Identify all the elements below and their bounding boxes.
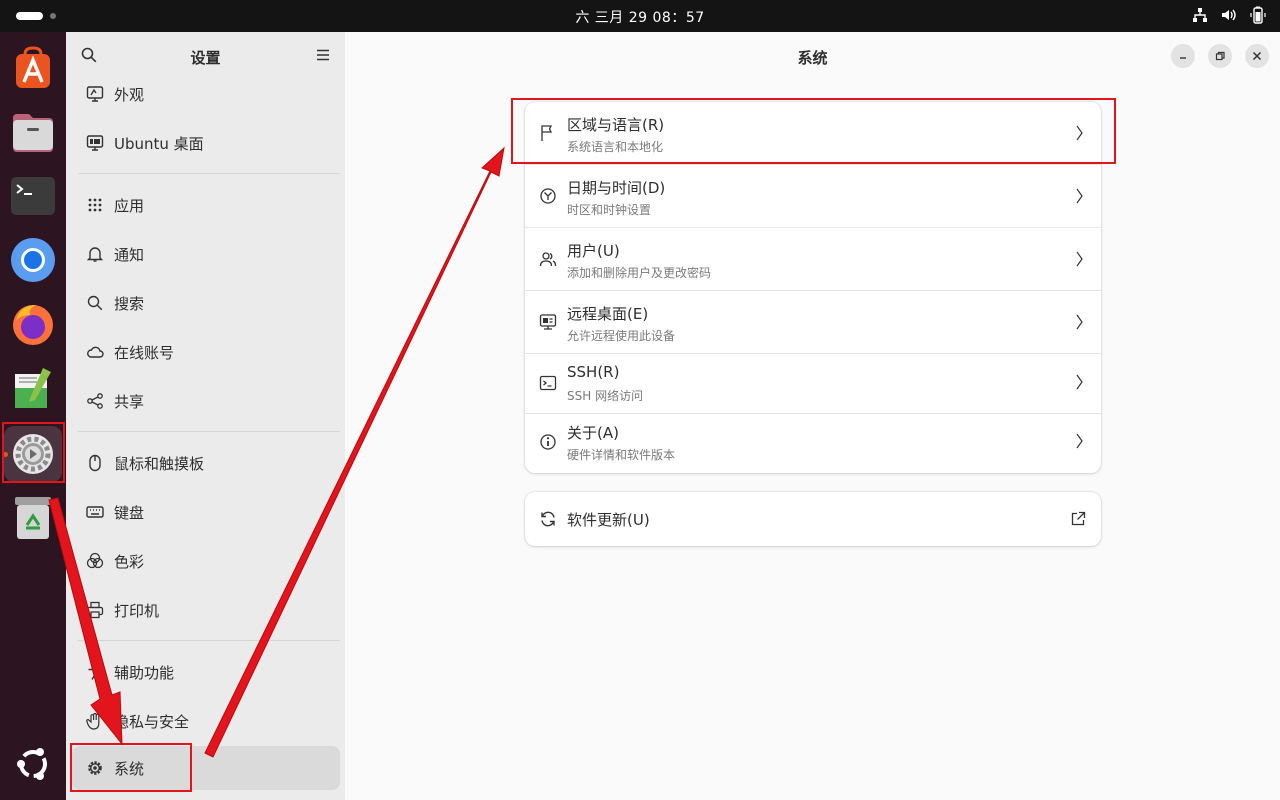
annotation-arrows	[48, 146, 505, 758]
arrow-settings-to-system	[48, 497, 123, 746]
arrow-system-to-region	[204, 146, 505, 758]
